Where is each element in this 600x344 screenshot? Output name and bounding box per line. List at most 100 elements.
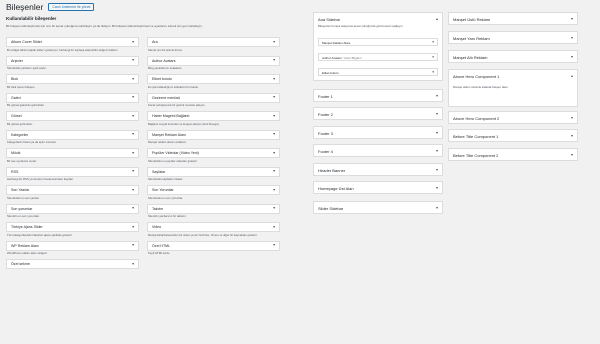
widget-item[interactable]: Takvim ▾ [147, 203, 280, 214]
caret-up-icon[interactable]: ▴ [571, 73, 573, 78]
sidebar-title: Above Hero Component 2 [453, 116, 500, 121]
sidebar-area[interactable]: Footer 2 ▾ [313, 107, 443, 120]
caret-down-icon[interactable]: ▾ [273, 58, 275, 62]
sidebar-above-hero-1[interactable]: Above Hero Component 1 ▴ Manşet sliderı … [448, 69, 578, 107]
widget-item[interactable]: Sayfalar ▾ [147, 166, 280, 177]
widget-label: Sayfalar [152, 169, 166, 174]
caret-down-icon[interactable]: ▾ [571, 54, 573, 59]
sidebar-widget[interactable]: Etiket bulutu ▾ [318, 68, 438, 76]
caret-down-icon[interactable]: ▾ [132, 151, 134, 155]
caret-down-icon[interactable]: ▾ [273, 225, 275, 229]
widget-item[interactable]: RSS ▾ [6, 166, 139, 177]
widget-item[interactable]: WP Reklam Alanı ▾ [6, 240, 139, 251]
widget-item[interactable]: Galeri ▾ [6, 92, 139, 103]
sidebar-area[interactable]: Manşet Altı Reklam ▾ [448, 50, 578, 63]
caret-down-icon[interactable]: ▾ [571, 16, 573, 21]
caret-down-icon[interactable]: ▾ [273, 114, 275, 118]
caret-down-icon[interactable]: ▾ [273, 40, 275, 44]
widget-item[interactable]: Görsel ▾ [6, 111, 139, 121]
widget-description: Sitenizdeki yazıların aylık arşivi. [7, 67, 47, 70]
caret-down-icon[interactable]: ▾ [432, 70, 434, 74]
caret-up-icon[interactable]: ▴ [436, 16, 438, 21]
widget-item[interactable]: Son Yazılar ▾ [6, 185, 139, 195]
sidebar-area[interactable]: Slider Sidebar ▾ [313, 201, 443, 214]
caret-down-icon[interactable]: ▾ [571, 152, 573, 157]
caret-down-icon[interactable]: ▾ [436, 205, 438, 210]
caret-down-icon[interactable]: ▾ [273, 132, 275, 136]
caret-down-icon[interactable]: ▾ [132, 262, 134, 266]
caret-down-icon[interactable]: ▾ [436, 130, 438, 135]
sidebar-area[interactable]: Header Banner ▾ [313, 163, 443, 176]
caret-down-icon[interactable]: ▾ [132, 188, 134, 192]
caret-down-icon[interactable]: ▾ [132, 58, 134, 62]
sidebar-area[interactable]: Footer 4 ▾ [313, 144, 443, 157]
caret-down-icon[interactable]: ▾ [273, 206, 275, 210]
caret-down-icon[interactable]: ▾ [571, 115, 573, 120]
sidebar-area[interactable]: Homepage Üst Alan ▾ [313, 181, 443, 194]
sidebar-area[interactable]: Manşet Yanı Reklam ▾ [448, 31, 578, 44]
widget-item[interactable]: Author Avatars ▾ [147, 55, 280, 66]
caret-down-icon[interactable]: ▾ [273, 169, 275, 173]
caret-down-icon[interactable]: ▾ [132, 77, 134, 81]
caret-down-icon[interactable]: ▾ [273, 77, 275, 81]
sidebar-area[interactable]: Before Title Component 2 ▾ [448, 148, 578, 161]
caret-down-icon[interactable]: ▾ [132, 132, 134, 136]
caret-down-icon[interactable]: ▾ [132, 243, 134, 247]
sidebar-area[interactable]: Manşet Üstü Reklam ▾ [448, 12, 578, 25]
widget-item[interactable]: Manşet Reklam Alanı ▾ [147, 129, 280, 140]
widget-item[interactable]: Müzik ▾ [6, 148, 139, 158]
sidebar-area[interactable]: Above Hero Component 2 ▾ [448, 111, 578, 124]
caret-down-icon[interactable]: ▾ [436, 148, 438, 153]
widget-label: Etiket bulutu [152, 77, 172, 82]
widget-item[interactable]: Ara ▾ [147, 37, 280, 47]
widget-item[interactable]: Türkiye Ajans Slider ▾ [6, 222, 139, 232]
caret-down-icon[interactable]: ▾ [436, 167, 438, 172]
caret-down-icon[interactable]: ▾ [273, 95, 275, 99]
widget-label: Album Cover Slider [11, 40, 42, 45]
sidebar-title: Manşet Altı Reklam [453, 55, 488, 60]
caret-down-icon[interactable]: ▾ [273, 243, 275, 247]
caret-down-icon[interactable]: ▾ [132, 169, 134, 173]
caret-down-icon[interactable]: ▾ [436, 111, 438, 116]
caret-down-icon[interactable]: ▾ [273, 188, 275, 192]
widget-item[interactable]: Popüler Videolar (Video Yeni) ▾ [147, 148, 280, 158]
widget-item[interactable]: Haber Mageini Bağlantı ▾ [147, 111, 280, 121]
caret-down-icon[interactable]: ▾ [132, 114, 134, 118]
widget-item[interactable]: Özel sekme ▾ [6, 259, 139, 269]
caret-down-icon[interactable]: ▾ [132, 206, 134, 210]
sidebar-area[interactable]: Before Title Component 1 ▾ [448, 129, 578, 142]
caret-down-icon[interactable]: ▾ [273, 151, 275, 155]
caret-down-icon[interactable]: ▾ [132, 95, 134, 99]
sidebar-area[interactable]: Footer 3 ▾ [313, 126, 443, 139]
caret-down-icon[interactable]: ▾ [436, 93, 438, 98]
caret-down-icon[interactable]: ▾ [571, 133, 573, 138]
caret-down-icon[interactable]: ▾ [571, 35, 573, 40]
widget-label: Galeri [11, 95, 21, 100]
caret-down-icon[interactable]: ▾ [132, 40, 134, 44]
caret-down-icon[interactable]: ▾ [132, 225, 134, 229]
widget-item[interactable]: Album Cover Slider ▾ [6, 37, 139, 47]
widget-description: Sitenizdeki sayfaların listesi. [148, 178, 183, 181]
manage-live-preview-button[interactable]: Canlı önizleme ile yönet [48, 2, 95, 12]
sidebar-title: Before Title Component 1 [453, 134, 499, 139]
widget-item[interactable]: Gezinme menüsü ▾ [147, 92, 280, 103]
widget-description: Bir blok içeren bileşen. [7, 85, 36, 89]
widget-item[interactable]: Son yorumlar ▾ [6, 203, 139, 214]
widget-item[interactable]: Kategoriler ▾ [6, 129, 139, 140]
widget-item[interactable]: Arşivler ▾ [6, 55, 139, 66]
sidebar-widget[interactable]: Author Avatars: Yazar Bilgileri ▾ [318, 53, 438, 61]
sidebar-description: Bileşenleri buraya ekleyerek kenar çubuğ… [318, 24, 404, 28]
sidebar-widget-label: Etiket bulutu [322, 70, 339, 75]
widget-item[interactable]: Video ▾ [147, 222, 280, 232]
sidebar-widget[interactable]: Manşet Reklam Alanı ▾ [318, 38, 438, 46]
sidebar-ana[interactable]: Ana Sidebar ▴ Bileşenleri buraya ekleyer… [313, 12, 443, 81]
widget-item[interactable]: Etiket bulutu ▾ [147, 74, 280, 84]
sidebar-area[interactable]: Footer 1 ▾ [313, 89, 443, 102]
caret-down-icon[interactable]: ▾ [432, 40, 434, 44]
caret-down-icon[interactable]: ▾ [436, 185, 438, 190]
widget-description: Sitenizdeki en son yorumlar. [148, 196, 183, 200]
widget-item[interactable]: Özel HTML ▾ [147, 240, 280, 251]
widget-item[interactable]: Son Yorumlar ▾ [147, 185, 280, 195]
caret-down-icon[interactable]: ▾ [432, 55, 434, 59]
widget-item[interactable]: Blok ▾ [6, 74, 139, 84]
